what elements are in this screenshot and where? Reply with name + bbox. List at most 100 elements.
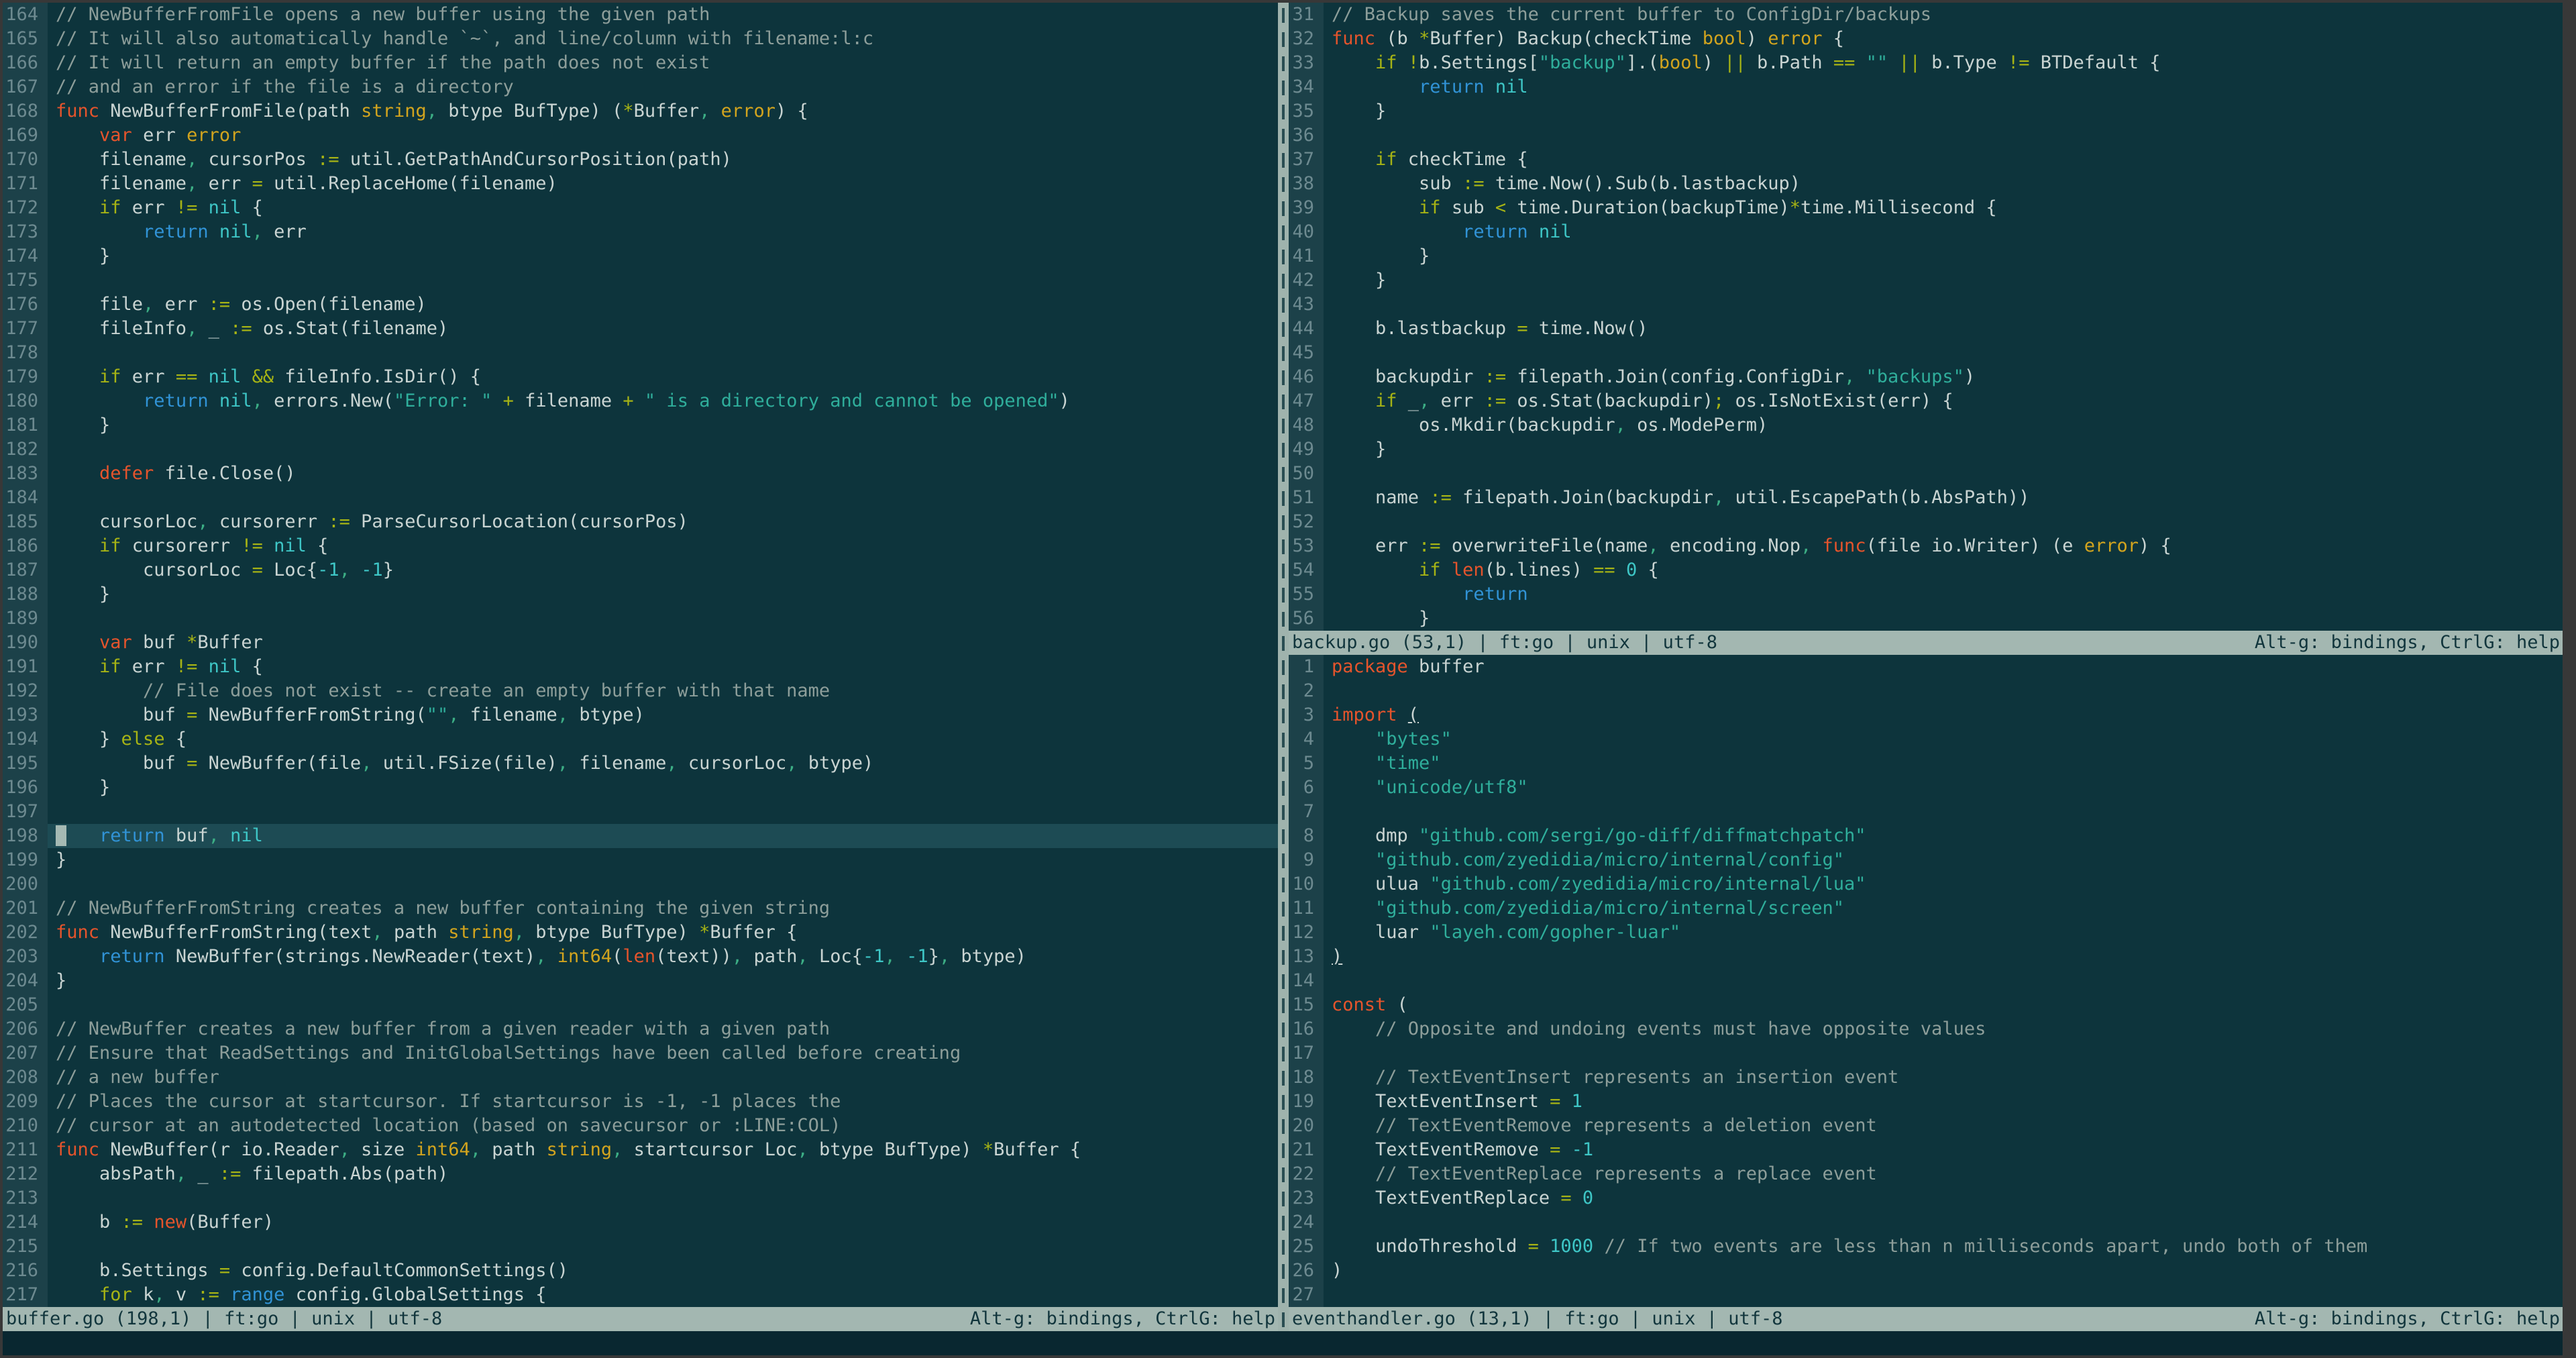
code-line[interactable]: 181 }: [3, 413, 1278, 437]
code-line[interactable]: 52: [1289, 510, 2563, 534]
code-line[interactable]: 35 }: [1289, 99, 2563, 123]
code-line[interactable]: 1 package buffer: [1289, 655, 2563, 679]
code-line[interactable]: 10 ulua "github.com/zyedidia/micro/inter…: [1289, 872, 2563, 896]
vertical-split-divider[interactable]: [1278, 3, 1289, 1331]
code-line[interactable]: 9 "github.com/zyedidia/micro/internal/co…: [1289, 848, 2563, 872]
code-line[interactable]: 17: [1289, 1041, 2563, 1065]
code-area-backup-go[interactable]: 31 // Backup saves the current buffer to …: [1289, 3, 2563, 631]
code-line[interactable]: 27: [1289, 1283, 2563, 1307]
code-line[interactable]: 212 absPath, _ := filepath.Abs(path): [3, 1162, 1278, 1186]
code-line[interactable]: 188 }: [3, 582, 1278, 607]
code-line[interactable]: 198 return buf, nil: [3, 824, 1278, 848]
code-line[interactable]: 5 "time": [1289, 751, 2563, 776]
code-line[interactable]: 165 // It will also automatically handle …: [3, 27, 1278, 51]
code-line[interactable]: 174 }: [3, 244, 1278, 268]
code-line[interactable]: 179 if err == nil && fileInfo.IsDir() {: [3, 365, 1278, 389]
code-line[interactable]: 206 // NewBuffer creates a new buffer fro…: [3, 1017, 1278, 1041]
code-line[interactable]: 217 for k, v := range config.GlobalSetti…: [3, 1283, 1278, 1307]
code-line[interactable]: 196 }: [3, 776, 1278, 800]
code-line[interactable]: 180 return nil, errors.New("Error: " + f…: [3, 389, 1278, 413]
code-line[interactable]: 42 }: [1289, 268, 2563, 293]
code-line[interactable]: 182: [3, 437, 1278, 462]
code-line[interactable]: 183 defer file.Close(): [3, 462, 1278, 486]
code-line[interactable]: 213: [3, 1186, 1278, 1210]
code-line[interactable]: 175: [3, 268, 1278, 293]
code-line[interactable]: 172 if err != nil {: [3, 196, 1278, 220]
code-line[interactable]: 15 const (: [1289, 993, 2563, 1017]
code-line[interactable]: 195 buf = NewBuffer(file, util.FSize(fil…: [3, 751, 1278, 776]
code-line[interactable]: 184: [3, 486, 1278, 510]
code-line[interactable]: 173 return nil, err: [3, 220, 1278, 244]
code-line[interactable]: 23 TextEventReplace = 0: [1289, 1186, 2563, 1210]
code-line[interactable]: 186 if cursorerr != nil {: [3, 534, 1278, 558]
code-line[interactable]: 19 TextEventInsert = 1: [1289, 1090, 2563, 1114]
code-line[interactable]: 201 // NewBufferFromString creates a new …: [3, 896, 1278, 921]
code-line[interactable]: 166 // It will return an empty buffer if …: [3, 51, 1278, 75]
code-line[interactable]: 32 func (b *Buffer) Backup(checkTime bool…: [1289, 27, 2563, 51]
code-line[interactable]: 190 var buf *Buffer: [3, 631, 1278, 655]
code-line[interactable]: 14: [1289, 969, 2563, 993]
code-line[interactable]: 11 "github.com/zyedidia/micro/internal/s…: [1289, 896, 2563, 921]
code-line[interactable]: 191 if err != nil {: [3, 655, 1278, 679]
code-line[interactable]: 216 b.Settings = config.DefaultCommonSet…: [3, 1259, 1278, 1283]
code-line[interactable]: 200: [3, 872, 1278, 896]
code-line[interactable]: 192 // File does not exist -- create an …: [3, 679, 1278, 703]
code-line[interactable]: 202 func NewBufferFromString(text, path s…: [3, 921, 1278, 945]
code-line[interactable]: 18 // TextEventInsert represents an inse…: [1289, 1065, 2563, 1090]
code-line[interactable]: 168 func NewBufferFromFile(path string, b…: [3, 99, 1278, 123]
code-line[interactable]: 43: [1289, 293, 2563, 317]
code-line[interactable]: 45: [1289, 341, 2563, 365]
code-line[interactable]: 194 } else {: [3, 727, 1278, 751]
code-line[interactable]: 53 err := overwriteFile(name, encoding.N…: [1289, 534, 2563, 558]
code-line[interactable]: 31 // Backup saves the current buffer to …: [1289, 3, 2563, 27]
code-line[interactable]: 38 sub := time.Now().Sub(b.lastbackup): [1289, 172, 2563, 196]
code-line[interactable]: 189: [3, 607, 1278, 631]
code-line[interactable]: 55 return: [1289, 582, 2563, 607]
code-line[interactable]: 22 // TextEventReplace represents a repl…: [1289, 1162, 2563, 1186]
code-line[interactable]: 211 func NewBuffer(r io.Reader, size int6…: [3, 1138, 1278, 1162]
code-line[interactable]: 197: [3, 800, 1278, 824]
code-line[interactable]: 33 if !b.Settings["backup"].(bool) || b.…: [1289, 51, 2563, 75]
code-line[interactable]: 210 // cursor at an autodetected location…: [3, 1114, 1278, 1138]
code-line[interactable]: 214 b := new(Buffer): [3, 1210, 1278, 1235]
command-line[interactable]: [3, 1331, 2563, 1355]
code-line[interactable]: 34 return nil: [1289, 75, 2563, 99]
code-line[interactable]: 171 filename, err = util.ReplaceHome(fil…: [3, 172, 1278, 196]
code-line[interactable]: 208 // a new buffer: [3, 1065, 1278, 1090]
code-line[interactable]: 164 // NewBufferFromFile opens a new buff…: [3, 3, 1278, 27]
code-line[interactable]: 7: [1289, 800, 2563, 824]
code-line[interactable]: 185 cursorLoc, cursorerr := ParseCursorL…: [3, 510, 1278, 534]
code-line[interactable]: 49 }: [1289, 437, 2563, 462]
code-line[interactable]: 178: [3, 341, 1278, 365]
code-line[interactable]: 46 backupdir := filepath.Join(config.Con…: [1289, 365, 2563, 389]
code-line[interactable]: 24: [1289, 1210, 2563, 1235]
code-line[interactable]: 203 return NewBuffer(strings.NewReader(t…: [3, 945, 1278, 969]
code-line[interactable]: 204}: [3, 969, 1278, 993]
code-area-buffer-go[interactable]: 164 // NewBufferFromFile opens a new buff…: [3, 3, 1278, 1307]
code-line[interactable]: 167 // and an error if the file is a dire…: [3, 75, 1278, 99]
code-line[interactable]: 39 if sub < time.Duration(backupTime)*ti…: [1289, 196, 2563, 220]
code-line[interactable]: 176 file, err := os.Open(filename): [3, 293, 1278, 317]
code-line[interactable]: 209 // Places the cursor at startcursor. …: [3, 1090, 1278, 1114]
code-line[interactable]: 4 "bytes": [1289, 727, 2563, 751]
code-line[interactable]: 54 if len(b.lines) == 0 {: [1289, 558, 2563, 582]
code-line[interactable]: 207 // Ensure that ReadSettings and InitG…: [3, 1041, 1278, 1065]
code-line[interactable]: 44 b.lastbackup = time.Now(): [1289, 317, 2563, 341]
code-line[interactable]: 3 import (: [1289, 703, 2563, 727]
code-line[interactable]: 50: [1289, 462, 2563, 486]
code-line[interactable]: 47 if _, err := os.Stat(backupdir); os.I…: [1289, 389, 2563, 413]
code-line[interactable]: 25 undoThreshold = 1000 // If two events…: [1289, 1235, 2563, 1259]
code-line[interactable]: 20 // TextEventRemove represents a delet…: [1289, 1114, 2563, 1138]
code-line[interactable]: 21 TextEventRemove = -1: [1289, 1138, 2563, 1162]
code-line[interactable]: 41 }: [1289, 244, 2563, 268]
code-line[interactable]: 40 return nil: [1289, 220, 2563, 244]
code-line[interactable]: 36: [1289, 123, 2563, 148]
code-line[interactable]: 215: [3, 1235, 1278, 1259]
code-line[interactable]: 12 luar "layeh.com/gopher-luar": [1289, 921, 2563, 945]
code-line[interactable]: 13): [1289, 945, 2563, 969]
code-line[interactable]: 6 "unicode/utf8": [1289, 776, 2563, 800]
code-line[interactable]: 48 os.Mkdir(backupdir, os.ModePerm): [1289, 413, 2563, 437]
code-line[interactable]: 170 filename, cursorPos := util.GetPathA…: [3, 148, 1278, 172]
code-area-eventhandler-go[interactable]: 1 package buffer 2 3 import (4 "bytes" 5 "tim…: [1289, 655, 2563, 1307]
code-line[interactable]: 193 buf = NewBufferFromString("", filena…: [3, 703, 1278, 727]
